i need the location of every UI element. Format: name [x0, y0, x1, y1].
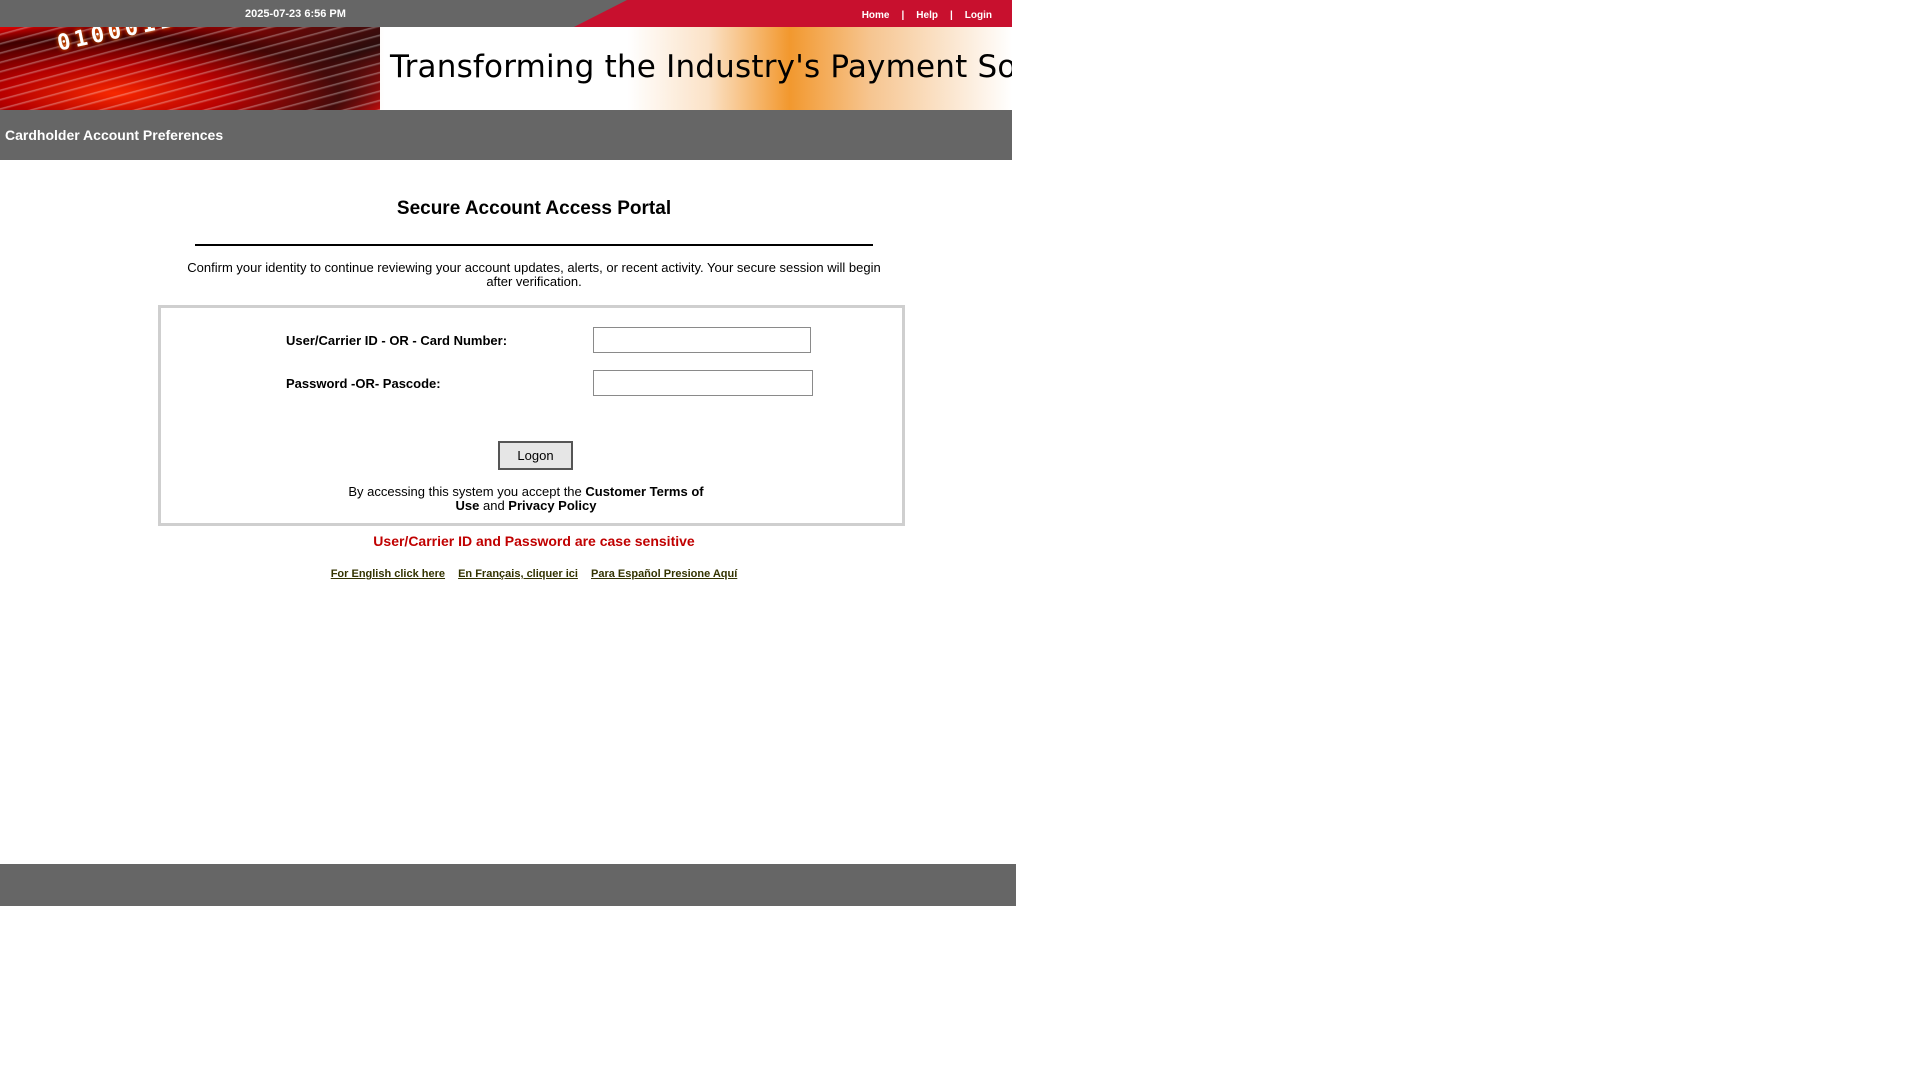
section-title-bar: Cardholder Account Preferences	[0, 110, 1012, 160]
language-french-link[interactable]: En Français, cliquer ici	[458, 568, 578, 580]
nav-separator: |	[901, 10, 905, 21]
user-id-input[interactable]	[593, 327, 811, 353]
session-datetime: 2025-07-23 6:56 PM	[245, 8, 346, 20]
terms-notice: By accessing this system you accept the …	[346, 485, 706, 513]
password-label: Password -OR- Pascode:	[286, 376, 441, 391]
top-nav: Home | Help | Login	[862, 10, 992, 21]
user-id-label: User/Carrier ID - OR - Card Number:	[286, 333, 508, 348]
language-english-link[interactable]: For English click here	[331, 568, 445, 580]
nav-home-link[interactable]: Home	[862, 10, 890, 21]
language-spanish-link[interactable]: Para Español Presione Aquí	[591, 568, 737, 580]
terms-prefix: By accessing this system you accept the	[348, 484, 586, 499]
logon-button[interactable]: Logon	[498, 441, 573, 470]
terms-and: and	[479, 498, 509, 513]
footer-bar	[0, 864, 1016, 906]
banner-tagline: Transforming the Industry's Payment Solu…	[390, 49, 1012, 85]
top-bar: 2025-07-23 6:56 PM Home | Help | Login	[0, 0, 1012, 27]
intro-text: Confirm your identity to continue review…	[187, 260, 881, 289]
login-form: User/Carrier ID - OR - Card Number: Pass…	[158, 305, 905, 526]
page-title: Cardholder Account Preferences	[5, 127, 224, 143]
nav-separator: |	[949, 10, 953, 21]
nav-help-link[interactable]: Help	[916, 10, 938, 21]
nav-login-link[interactable]: Login	[965, 10, 992, 21]
language-links: For English click here En Français, cliq…	[0, 568, 1068, 580]
case-sensitive-warning: User/Carrier ID and Password are case se…	[373, 533, 695, 549]
heading-divider	[195, 244, 873, 246]
header-banner: 010001100 Transforming the Industry's Pa…	[0, 27, 1012, 110]
portal-heading: Secure Account Access Portal	[396, 198, 672, 219]
privacy-policy-link[interactable]: Privacy Policy	[508, 498, 596, 513]
password-input[interactable]	[593, 370, 813, 396]
